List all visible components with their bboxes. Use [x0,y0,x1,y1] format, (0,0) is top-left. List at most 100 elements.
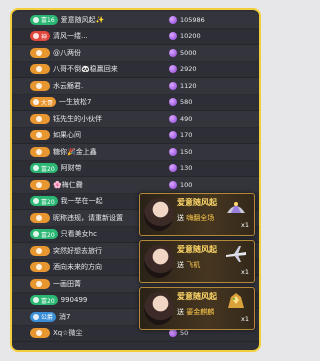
coin-icon [169,164,177,173]
badge-icon [33,16,39,23]
user-name[interactable]: 水云觞君. [53,81,83,91]
level-badge [30,113,50,124]
gift-popup: 爱意随风起送 嗨翻全场 x1 [139,193,255,236]
avatar[interactable] [144,292,174,325]
user-name[interactable]: 酒向未来的方向 [53,262,102,272]
avatar[interactable] [144,245,174,278]
coin-icon [169,65,177,74]
badge-icon [36,115,42,122]
level-badge [30,328,50,339]
score-value: 150 [180,147,193,156]
gift-verb: 送 [177,308,184,316]
user-name[interactable]: 只看美女hc [61,229,97,239]
badge-icon [36,66,42,73]
gift-icon [225,197,247,217]
contribution-score: 5000 [169,48,197,57]
leaderboard-row[interactable]: 神清风一缕... 10200 [12,29,259,45]
leaderboard-row[interactable]: @八两份 5000 [12,45,259,62]
badge-icon [36,148,42,155]
badge-icon [33,165,39,172]
user-name[interactable]: 清风一缕... [53,31,88,41]
user-name[interactable]: 🌸梅仁爨 [53,180,83,190]
user-name[interactable]: 突然好想去旅行 [53,246,102,256]
user-name[interactable]: Xq☆微尘 [53,328,83,338]
leaderboard-row[interactable]: 糖你🎉金上鑫 150 [12,144,259,161]
contribution-score: 2920 [169,65,197,74]
contribution-score: 1120 [169,81,197,90]
gift-name: 飞机 [186,261,201,269]
user-name[interactable]: 钰先生的小伙伴 [53,114,102,124]
gift-name: 嗨翻全场 [186,214,215,222]
badge-label: 富20 [41,297,55,305]
gift-quantity: x1 [241,315,249,323]
user-name[interactable]: 一画田菁 [53,279,81,289]
coin-icon [169,114,177,123]
badge-icon [36,181,42,188]
avatar[interactable] [144,198,174,231]
level-badge: 神 [30,31,51,42]
contribution-score: 580 [169,98,192,107]
level-badge [30,212,50,223]
badge-icon [33,198,39,205]
leaderboard-row[interactable]: 大哥 一生放松7 580 [12,95,259,111]
leaderboard-row[interactable]: 钰先生的小伙伴 490 [12,111,259,128]
user-name[interactable]: 如果心间 [53,130,81,140]
coin-icon [169,48,177,57]
coin-icon [169,329,177,338]
coin-icon [169,131,177,140]
leaderboard-row[interactable]: 如果心间 170 [12,128,259,144]
score-value: 2920 [180,65,197,74]
contribution-score: 50 [169,329,188,338]
gift-description: 送 飞机 [177,260,200,270]
gift-popup: 爱意随风起送 飞机 x1 [139,240,255,283]
user-name[interactable]: 八哥不倒🐼稳赢回来 [53,64,118,74]
coin-icon [169,180,177,189]
coin-icon [169,15,177,24]
contribution-score: 170 [169,131,193,140]
leaderboard-row[interactable]: 八哥不倒🐼稳赢回来 2920 [12,62,259,78]
user-name[interactable]: 爱意随风起✨ [61,15,105,25]
level-badge [30,179,50,190]
badge-label: 大哥 [41,99,54,107]
level-badge [30,80,50,91]
leaderboard-row[interactable]: 富16 爱意随风起✨ 105986 [12,12,259,29]
gift-icon [225,244,247,264]
gift-verb: 送 [177,261,184,269]
gift-popup: 爱意随风起送 鎏金麒麟 x1 [139,287,255,330]
leaderboard-row[interactable]: 富20 阿财带 130 [12,161,259,177]
gift-verb: 送 [177,214,184,222]
level-badge [30,146,50,157]
coin-icon [169,98,177,107]
user-name[interactable]: 糖你🎉金上鑫 [53,147,97,157]
user-name[interactable]: 一生放松7 [59,97,91,107]
user-name[interactable]: 阿财带 [61,163,82,173]
leaderboard-panel: 富16 爱意随风起✨ 105986 神清风一缕... 10200 @八两份 5000 八哥不倒… [12,10,259,350]
level-badge [30,47,50,58]
user-name[interactable]: @八两份 [53,48,81,58]
level-badge [30,278,50,289]
contribution-score: 150 [169,147,193,156]
level-badge: 富16 [30,14,58,25]
badge-icon [36,214,42,221]
level-badge: 富20 [30,229,58,240]
leaderboard-row[interactable]: 水云觞君. 1120 [12,78,259,95]
level-badge [30,64,50,75]
score-value: 1120 [180,81,197,90]
user-name[interactable]: 消7 [59,312,70,322]
level-badge: 大哥 [30,97,57,108]
score-value: 170 [180,131,193,140]
leaderboard-row[interactable]: 🌸梅仁爨 100 [12,177,259,194]
score-value: 130 [180,164,193,173]
gift-sender-name: 爱意随风起 [177,198,217,207]
user-name[interactable]: 昵称违规，请重新设置 [53,213,123,223]
badge-icon [33,99,39,106]
badge-icon [33,33,39,40]
contribution-score: 105986 [169,15,205,24]
level-badge: 富20 [30,196,58,207]
user-name[interactable]: 我一举在一起 [61,196,103,206]
gift-quantity: x1 [241,221,249,229]
badge-label: 公爵 [41,314,54,322]
badge-icon [36,132,42,139]
user-name[interactable]: 990499 [61,296,88,304]
contribution-score: 100 [169,180,192,189]
